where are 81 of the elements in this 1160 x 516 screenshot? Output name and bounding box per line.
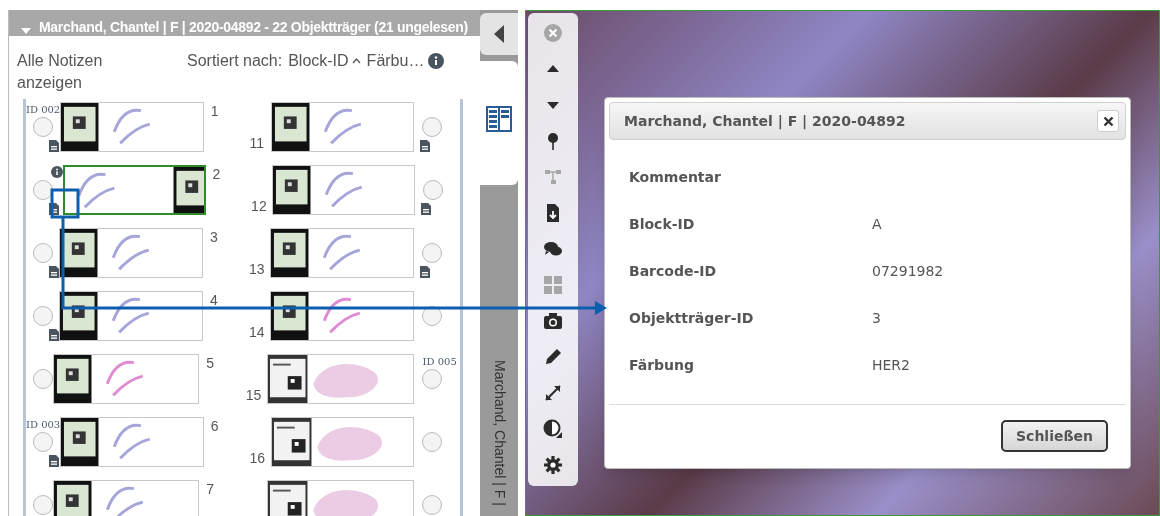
close-button[interactable] xyxy=(1097,110,1119,132)
field-label: Block-ID xyxy=(629,215,696,234)
radio-button[interactable] xyxy=(33,243,53,263)
info-icon[interactable] xyxy=(428,53,445,69)
slide-number: 4 xyxy=(210,292,218,308)
contrast-icon[interactable] xyxy=(543,419,563,439)
radio-button[interactable] xyxy=(422,117,443,137)
slide-thumbnail[interactable] xyxy=(270,417,415,467)
slide-number: 3 xyxy=(210,229,218,245)
slide-number: 1 xyxy=(210,103,219,119)
slide-thumbnail[interactable] xyxy=(53,354,200,404)
field-label: Färbung xyxy=(629,356,696,375)
slide-thumbnail[interactable] xyxy=(272,165,415,215)
slide-thumbnail[interactable] xyxy=(60,417,204,467)
radio-button[interactable] xyxy=(33,306,53,326)
expand-icon[interactable] xyxy=(543,383,563,403)
slide-thumbnail[interactable] xyxy=(63,165,206,215)
field-value: 07291982 xyxy=(872,262,944,281)
collapse-button[interactable] xyxy=(480,13,518,55)
slide-thumbnail[interactable] xyxy=(270,102,415,152)
highlight-frame xyxy=(50,188,80,219)
document-icon[interactable] xyxy=(49,455,59,467)
slide-thumbnail[interactable] xyxy=(270,228,415,278)
document-icon[interactable] xyxy=(49,329,59,341)
slide-number: 14 xyxy=(248,323,265,342)
field-label: Objektträger-ID xyxy=(629,309,755,328)
slide-number: 15 xyxy=(245,386,262,405)
slide-number: 13 xyxy=(248,260,265,279)
field-value: A xyxy=(872,215,882,234)
slide-thumbnail[interactable] xyxy=(270,291,415,341)
slide-thumbnail[interactable] xyxy=(60,102,204,152)
slide-number: 11 xyxy=(249,134,265,153)
panel-title: Marchand, Chantel | F | 2020-04892 - 22 Objektträger (21 ungelesen) xyxy=(39,18,468,36)
radio-button[interactable] xyxy=(422,432,443,452)
group-label: ID 005 xyxy=(422,354,457,369)
field-value: 3 xyxy=(872,309,881,328)
slide-thumbnail[interactable] xyxy=(267,480,414,516)
document-icon[interactable] xyxy=(49,203,59,215)
document-icon[interactable] xyxy=(49,266,59,278)
radio-button[interactable] xyxy=(33,369,53,389)
radio-button[interactable] xyxy=(33,180,53,200)
slide-number: 2 xyxy=(212,166,221,182)
radio-button[interactable] xyxy=(33,432,53,452)
document-icon[interactable] xyxy=(49,140,59,152)
info-icon[interactable] xyxy=(51,166,63,178)
close-dialog-button[interactable]: Schließen xyxy=(1001,420,1108,452)
slide-thumbnail[interactable] xyxy=(267,354,414,404)
show-notes-link[interactable]: Alle Notizen anzeigen xyxy=(17,50,147,94)
slide-number: 6 xyxy=(210,418,219,434)
slide-thumbnail[interactable] xyxy=(59,291,203,341)
slide-number: 16 xyxy=(249,449,266,468)
radio-button[interactable] xyxy=(33,117,53,137)
radio-button[interactable] xyxy=(422,180,443,200)
field-label: Kommentar xyxy=(629,168,722,187)
sort-label: Sortiert nach: xyxy=(187,51,283,71)
field-label: Barcode-ID xyxy=(629,262,718,281)
sort-option[interactable]: Block-ID xyxy=(288,50,361,72)
slide-number: 12 xyxy=(251,197,267,216)
camera-icon[interactable] xyxy=(543,311,563,331)
radio-button[interactable] xyxy=(421,495,442,515)
radio-button[interactable] xyxy=(422,243,443,263)
slide-number: 5 xyxy=(206,355,214,371)
dialog-title: Marchand, Chantel | F | 2020-04892 xyxy=(624,111,906,132)
slide-number: 7 xyxy=(206,481,214,497)
document-icon[interactable] xyxy=(420,203,431,215)
caret-left-icon xyxy=(492,24,506,44)
slide-thumbnail[interactable] xyxy=(59,228,203,278)
radio-button[interactable] xyxy=(421,369,442,389)
vertical-tab-label: Marchand, Chantel | F | xyxy=(490,360,509,508)
document-icon[interactable] xyxy=(420,266,431,278)
columns-icon xyxy=(486,106,512,132)
sort-option[interactable]: Färbu… xyxy=(366,50,425,72)
group-label: ID 003 xyxy=(26,417,61,432)
group-label: ID 002 xyxy=(26,102,61,117)
settings-icon[interactable] xyxy=(543,455,563,475)
radio-button[interactable] xyxy=(33,495,53,515)
field-value: HER2 xyxy=(872,356,910,375)
document-icon[interactable] xyxy=(420,140,431,152)
pencil-icon[interactable] xyxy=(543,347,563,367)
slide-thumbnail[interactable] xyxy=(53,480,200,516)
close-icon xyxy=(1102,115,1114,127)
